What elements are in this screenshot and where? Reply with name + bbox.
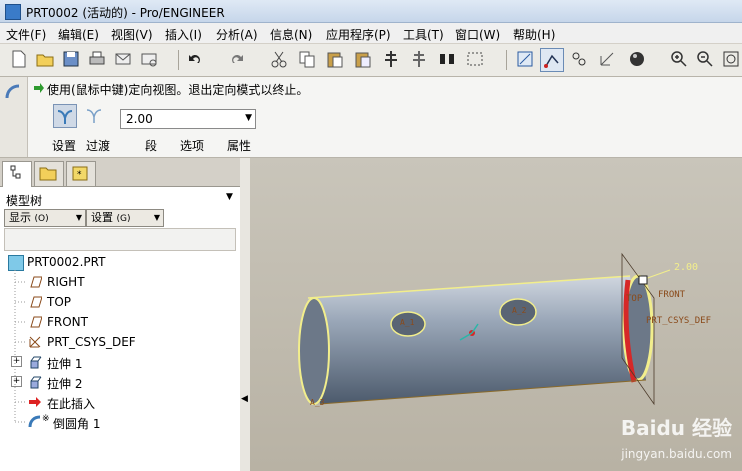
print-icon[interactable]	[86, 48, 108, 70]
save-icon[interactable]	[60, 48, 82, 70]
tree-item-label: 拉伸 1	[47, 357, 83, 371]
zoom-in-icon[interactable]	[668, 48, 690, 70]
settings-button[interactable]: 设置 (G) ▼	[86, 209, 164, 227]
tree-item-label: 拉伸 2	[47, 377, 83, 391]
tree-filter-bar[interactable]	[4, 228, 236, 251]
main-toolbar	[0, 44, 742, 77]
graphics-viewport[interactable]: 2.00 FRONT TOP PRT_CSYS_DEF A_1 A_2 A_3 …	[250, 158, 742, 471]
collapse-arrow-icon[interactable]: ◀	[241, 394, 248, 404]
find-icon[interactable]	[436, 48, 458, 70]
new-file-icon[interactable]	[8, 48, 30, 70]
tree-item-label: 在此插入	[47, 397, 96, 411]
settings-button-shortcut: (G)	[116, 214, 131, 224]
menu-help[interactable]: 帮助(H)	[513, 26, 555, 43]
csys-label: PRT_CSYS_DEF	[646, 316, 712, 326]
axis-label: A_1	[400, 318, 415, 327]
tab-transitions[interactable]: 过渡	[86, 137, 110, 154]
arrow-right-icon	[34, 83, 44, 93]
tree-item-label: FRONT	[47, 315, 88, 329]
send-mail-icon[interactable]	[112, 48, 134, 70]
paste-special-icon[interactable]	[352, 48, 374, 70]
folder-browser-tab-icon[interactable]	[34, 161, 64, 186]
model-tree-tab-icon[interactable]	[2, 161, 32, 187]
menu-analysis[interactable]: 分析(A)	[216, 26, 258, 43]
zoom-out-icon[interactable]	[694, 48, 716, 70]
window-title: PRT0002 (活动的) - Pro/ENGINEER	[26, 6, 225, 20]
open-folder-icon[interactable]	[34, 48, 56, 70]
csys-display-icon[interactable]	[596, 48, 618, 70]
mail-attach-icon[interactable]	[138, 48, 160, 70]
feature-dashboard: 使用(鼠标中键)定向视图。退出定向模式以终止。 2.00 ▼ 设置 过渡 段 选…	[0, 77, 742, 158]
tab-settings[interactable]: 设置	[52, 137, 76, 154]
watermark-url: jingyan.baidu.com	[621, 447, 732, 461]
menu-insert[interactable]: 插入(I)	[165, 26, 202, 43]
menu-file[interactable]: 文件(F)	[6, 26, 46, 43]
drag-handle[interactable]	[638, 275, 648, 285]
axis-label: A_2	[512, 306, 527, 315]
toolbar-separator	[178, 50, 179, 70]
datum-label-top: TOP	[626, 294, 643, 304]
shading-icon[interactable]	[626, 48, 648, 70]
copy-icon[interactable]	[296, 48, 318, 70]
favorites-tab-icon[interactable]: *	[66, 161, 96, 186]
menu-applications[interactable]: 应用程序(P)	[326, 26, 391, 43]
redo-icon[interactable]	[226, 48, 248, 70]
show-button-label: 显示	[9, 211, 31, 224]
point-display-icon[interactable]	[568, 48, 590, 70]
tab-properties[interactable]: 属性	[227, 137, 251, 154]
app-icon	[5, 4, 21, 20]
model-tree-header: 模型树	[6, 194, 43, 208]
menu-window[interactable]: 窗口(W)	[455, 26, 500, 43]
show-button[interactable]: 显示 (O) ▼	[4, 209, 86, 227]
menu-edit[interactable]: 编辑(E)	[58, 26, 99, 43]
menu-tools[interactable]: 工具(T)	[403, 26, 444, 43]
chevron-down-icon[interactable]: ▼	[226, 192, 233, 202]
radius-dimension-label[interactable]: 2.00	[674, 262, 698, 273]
tab-options[interactable]: 选项	[180, 137, 204, 154]
select-box-icon[interactable]	[464, 48, 486, 70]
title-bar: PRT0002 (活动的) - Pro/ENGINEER	[0, 0, 742, 23]
tree-item-label: RIGHT	[47, 275, 85, 289]
undo-icon[interactable]	[184, 48, 206, 70]
watermark-brand: Baidu 经验	[620, 416, 732, 440]
datum-label-front: FRONT	[658, 290, 686, 300]
axis-label: A_3	[310, 398, 325, 407]
radius-dimension-value: 2.00	[126, 112, 153, 126]
new-feature-marker-icon: ※	[42, 414, 50, 424]
settings-button-label: 设置	[91, 211, 113, 224]
radius-dimension-field[interactable]: 2.00 ▼	[120, 109, 256, 129]
tab-pieces[interactable]: 段	[145, 137, 157, 154]
svg-text:*: *	[77, 170, 82, 180]
axis-display-icon[interactable]	[540, 48, 564, 72]
tree-connector-lines	[14, 270, 25, 423]
menu-view[interactable]: 视图(V)	[111, 26, 153, 43]
set-mode-icon[interactable]	[53, 104, 77, 128]
menu-info[interactable]: 信息(N)	[270, 26, 312, 43]
navigator-tabs: *	[0, 158, 240, 187]
panel-splitter[interactable]: ◀	[240, 158, 250, 471]
chevron-down-icon[interactable]: ▼	[245, 113, 252, 123]
regenerate-icon[interactable]	[380, 48, 402, 70]
plane-display-icon[interactable]	[514, 48, 536, 70]
tree-item-label: 倒圆角 1	[53, 417, 101, 431]
transition-mode-icon[interactable]	[83, 104, 105, 126]
tree-item-label: TOP	[47, 295, 72, 309]
chevron-down-icon: ▼	[153, 213, 160, 222]
status-message: 使用(鼠标中键)定向视图。退出定向模式以终止。	[47, 83, 309, 97]
menu-bar: 文件(F) 编辑(E) 视图(V) 插入(I) 分析(A) 信息(N) 应用程序…	[0, 23, 742, 43]
toolbar-separator	[506, 50, 507, 70]
tree-item-label: PRT_CSYS_DEF	[47, 335, 136, 349]
refit-icon[interactable]	[720, 48, 742, 70]
cut-icon[interactable]	[268, 48, 290, 70]
show-button-shortcut: (O)	[34, 214, 49, 224]
dashboard-feature-icon-column	[0, 77, 28, 157]
round-feature-icon	[5, 84, 20, 99]
navigator-panel: * 模型树 ▼ 显示 (O) ▼ 设置 (G) ▼ PRT0002.PRT RI…	[0, 158, 241, 471]
chevron-down-icon: ▼	[75, 213, 82, 222]
paste-icon[interactable]	[324, 48, 346, 70]
regen-manager-icon[interactable]	[408, 48, 430, 70]
